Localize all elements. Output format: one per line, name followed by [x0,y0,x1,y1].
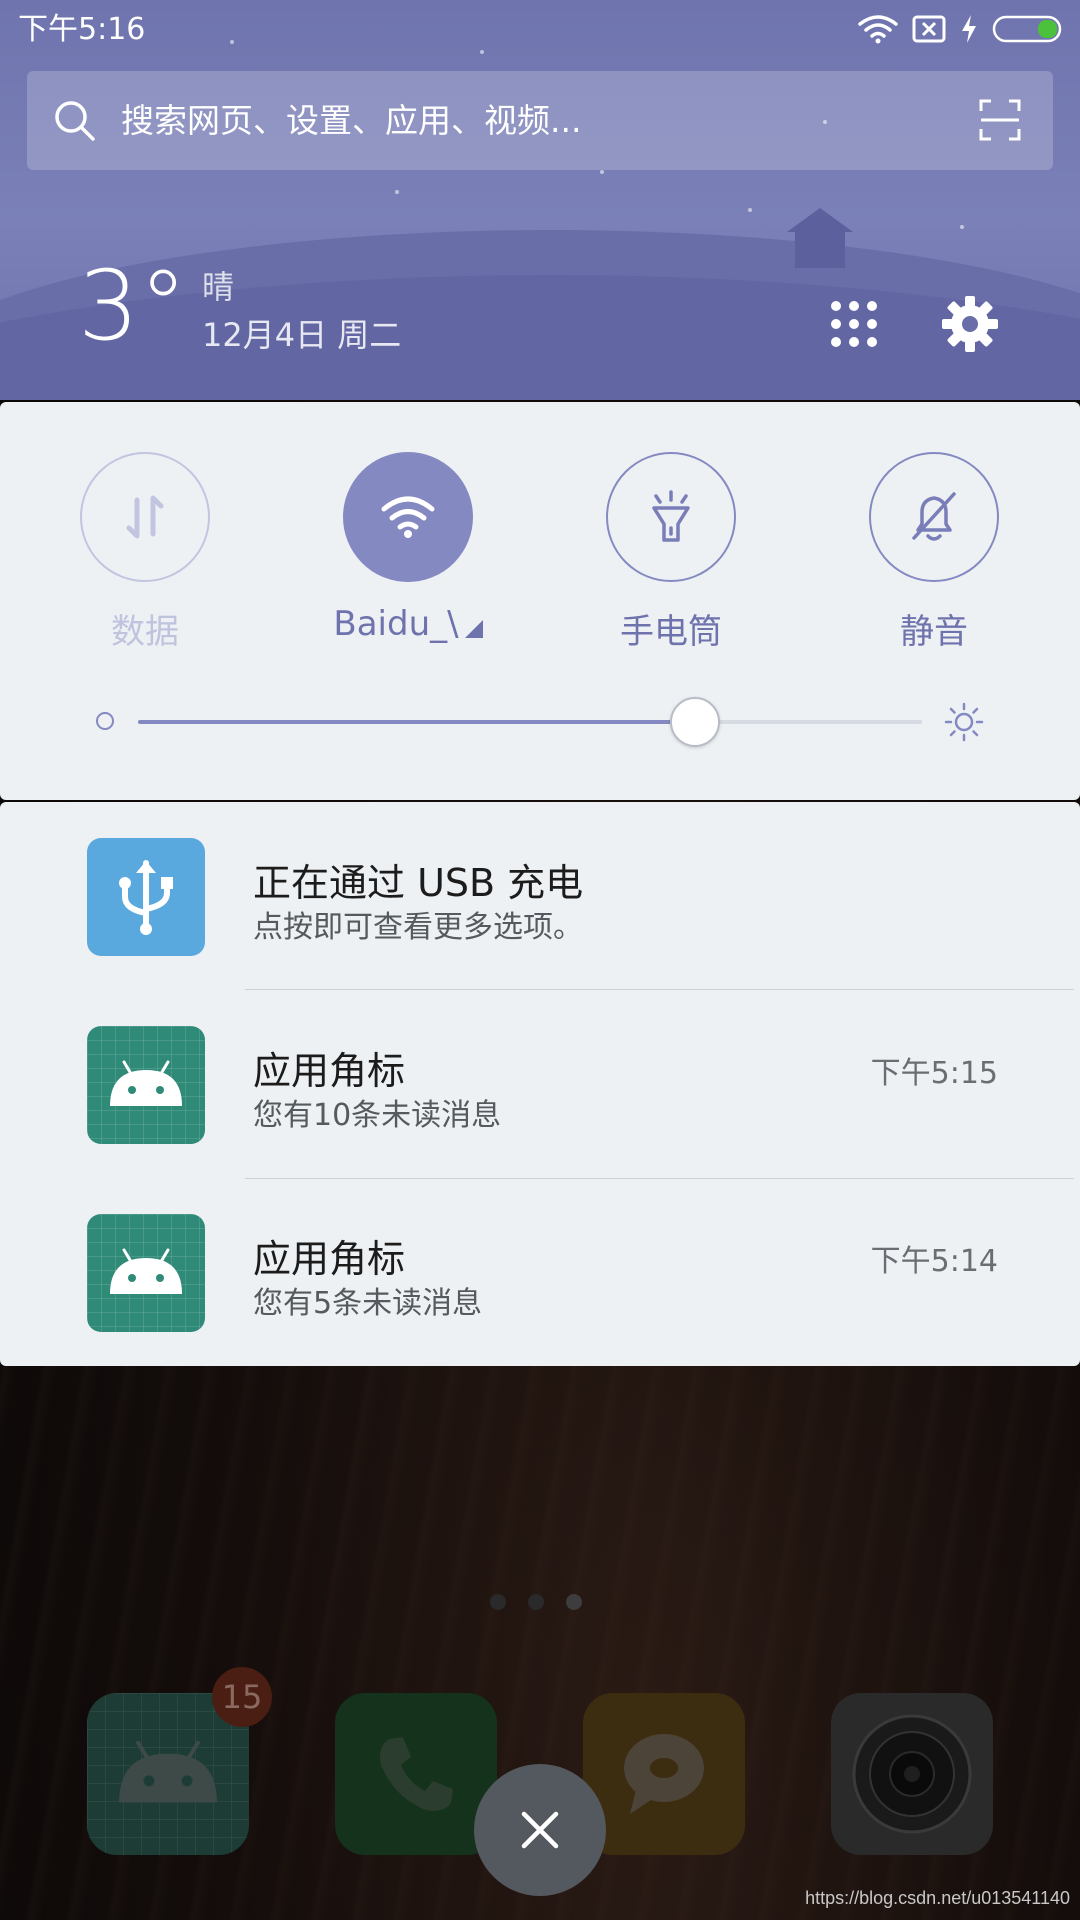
brightness-low-icon [96,712,114,730]
star-decoration [600,170,604,174]
android-icon [87,1026,205,1144]
notification-list: 正在通过 USB 充电 点按即可查看更多选项。 应用角标 您有10条未读消息 下… [0,802,1080,1366]
notification-title: 正在通过 USB 充电 [253,861,584,905]
notification-time: 下午5:14 [870,1244,998,1279]
wifi-more-caret[interactable] [464,620,483,638]
watermark-url: https://blog.csdn.net/u013541140 [805,1888,1070,1908]
usb-icon [87,838,205,956]
wifi-toggle-label: Baidu_\ [298,604,518,644]
star-decoration [480,50,484,54]
search-input[interactable]: 搜索网页、设置、应用、视频... [121,71,581,170]
notification-header: 下午5:16 搜索网页、设置、应用、视频... 3° 晴 12月4日 周二 [0,0,1080,400]
phone-icon [380,1737,453,1811]
star-decoration [395,190,399,194]
wifi-network-name: Baidu_\ [333,604,459,644]
close-icon [521,1811,559,1849]
close-notifications-button[interactable] [474,1764,606,1896]
app-badge: 15 [212,1667,272,1727]
dock-camera-app[interactable] [831,1693,993,1855]
page-dot-active [566,1594,582,1610]
notification-time: 下午5:15 [870,1056,998,1091]
data-toggle[interactable] [80,452,210,582]
weather-date: 12月4日 周二 [202,316,402,354]
house-decoration [787,208,853,268]
bell-off-icon [912,492,956,541]
data-toggle-label: 数据 [111,612,179,652]
search-icon [55,101,95,141]
camera-icon [852,1714,972,1834]
star-decoration [960,225,964,229]
notification-usb[interactable]: 正在通过 USB 充电 点按即可查看更多选项。 [0,802,1080,990]
wifi-toggle[interactable] [343,452,473,582]
search-bar[interactable]: 搜索网页、设置、应用、视频... [27,71,1053,170]
brightness-slider[interactable] [138,720,922,724]
dock-phone-app[interactable] [335,1693,497,1855]
android-icon [119,1740,217,1803]
message-icon [624,1734,704,1814]
wifi-icon [381,496,435,538]
notification-text: 您有5条未读消息 [253,1286,483,1321]
brightness-slider-fill [138,720,695,724]
mute-toggle[interactable] [869,452,999,582]
dock-messages-app[interactable] [583,1693,745,1855]
data-arrows-icon [126,495,164,539]
brightness-slider-thumb[interactable] [670,697,720,747]
android-icon [87,1214,205,1332]
notification-title: 应用角标 [253,1049,406,1093]
flashlight-toggle-label: 手电筒 [620,612,722,652]
no-sim-icon [912,15,946,43]
page-dot [490,1594,506,1610]
status-time: 下午5:16 [18,12,146,47]
flashlight-toggle[interactable] [606,452,736,582]
status-icons [858,12,1062,46]
weather-condition: 晴 [202,268,235,306]
notification-text: 您有10条未读消息 [253,1098,502,1133]
scan-icon[interactable] [979,99,1021,141]
page-dot [528,1594,544,1610]
star-decoration [748,208,752,212]
grid-menu-icon[interactable] [828,298,880,350]
flashlight-icon [652,490,690,542]
notification-text: 点按即可查看更多选项。 [253,910,583,945]
notification-title: 应用角标 [253,1237,406,1281]
weather-temperature: 3° [78,250,188,362]
brightness-high-icon [944,702,984,742]
page-indicator [490,1594,582,1610]
charging-icon [962,15,976,43]
notification-badge-1[interactable]: 应用角标 您有10条未读消息 下午5:15 [0,990,1080,1178]
gear-icon[interactable] [940,294,1000,354]
battery-icon [992,15,1062,43]
quick-settings-panel: 数据 Baidu_\ 手电筒 静音 [0,402,1080,800]
mute-toggle-label: 静音 [900,612,968,652]
star-decoration [230,40,234,44]
wifi-icon [858,15,898,44]
notification-badge-2[interactable]: 应用角标 您有5条未读消息 下午5:14 [0,1178,1080,1366]
